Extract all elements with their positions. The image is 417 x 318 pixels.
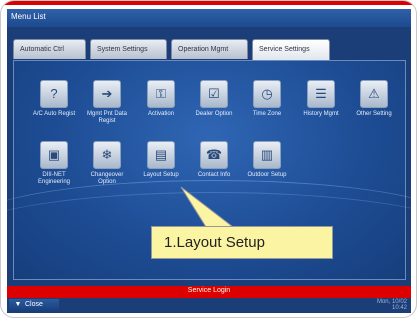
changeover-icon: ❄ (93, 141, 121, 169)
item-label: Dealer Option (195, 111, 233, 117)
dealer-option-button[interactable]: ☑ Dealer Option (191, 80, 237, 118)
tab-operation-mgmt[interactable]: Operation Mgmt (171, 39, 248, 59)
item-label: History Mgmt (303, 111, 339, 117)
item-label: Time Zone (252, 111, 282, 117)
touch-panel-screen: Menu List Automatic Ctrl System Settings… (7, 9, 411, 313)
tab-service-settings[interactable]: Service Settings (252, 39, 330, 61)
item-label: Changeover Option (90, 172, 124, 185)
item-label: DIII-NET Engineering (37, 172, 71, 185)
tab-automatic-ctrl[interactable]: Automatic Ctrl (13, 39, 86, 59)
item-label: A/C Auto Regist (32, 111, 76, 117)
status-bar: ▼ Close Mon, 10/02 10:42 (7, 298, 411, 313)
diii-net-engineering-button[interactable]: ▣ DIII-NET Engineering (31, 141, 77, 186)
item-label: Contact Info (197, 172, 231, 178)
contact-info-button[interactable]: ☎ Contact Info (191, 141, 237, 179)
changeover-option-button[interactable]: ❄ Changeover Option (84, 141, 130, 186)
layout-setup-button[interactable]: ▤ Layout Setup (138, 141, 184, 179)
close-label: Close (25, 301, 43, 308)
other-setting-button[interactable]: ⚠ Other Setting (351, 80, 397, 118)
tab-system-settings[interactable]: System Settings (90, 39, 167, 59)
layout-icon: ▤ (147, 141, 175, 169)
checkbox-icon: ☑ (200, 80, 228, 108)
item-label: Mgmt Pnt Data Regist (86, 111, 127, 124)
title-bar: Menu List (7, 9, 411, 27)
callout-label: 1.Layout Setup (151, 226, 333, 259)
activation-button[interactable]: ⚿ Activation (138, 80, 184, 118)
window-title: Menu List (11, 12, 46, 21)
world-clock-icon: ◷ (253, 80, 281, 108)
arrow-down-icon: ▼ (14, 301, 22, 308)
close-button[interactable]: ▼ Close (9, 299, 59, 311)
history-icon: ☰ (307, 80, 335, 108)
outdoor-setup-button[interactable]: ▥ Outdoor Setup (244, 141, 290, 179)
contact-icon: ☎ (200, 141, 228, 169)
mgmt-pnt-data-regist-button[interactable]: ➔ Mgmt Pnt Data Regist (84, 80, 130, 125)
item-label: Activation (147, 111, 174, 117)
ac-auto-regist-button[interactable]: ? A/C Auto Regist (31, 80, 77, 118)
warning-icon: ⚠ (360, 80, 388, 108)
time-zone-button[interactable]: ◷ Time Zone (244, 80, 290, 118)
clock: Mon, 10/02 10:42 (377, 299, 407, 311)
screenshot-frame: Menu List Automatic Ctrl System Settings… (0, 0, 417, 318)
item-label: Other Setting (356, 111, 392, 117)
management-point-icon: ➔ (93, 80, 121, 108)
top-accent-bar (1, 1, 416, 5)
network-icon: ▣ (40, 141, 68, 169)
clock-time: 10:42 (391, 305, 407, 311)
history-mgmt-button[interactable]: ☰ History Mgmt (298, 80, 344, 118)
ac-register-icon: ? (40, 80, 68, 108)
item-label: Layout Setup (143, 172, 179, 178)
service-login-bar[interactable]: Service Login (7, 286, 411, 298)
item-label: Outdoor Setup (247, 172, 287, 178)
key-icon: ⚿ (147, 80, 175, 108)
outdoor-unit-icon: ▥ (253, 141, 281, 169)
service-login-label: Service Login (187, 287, 231, 294)
